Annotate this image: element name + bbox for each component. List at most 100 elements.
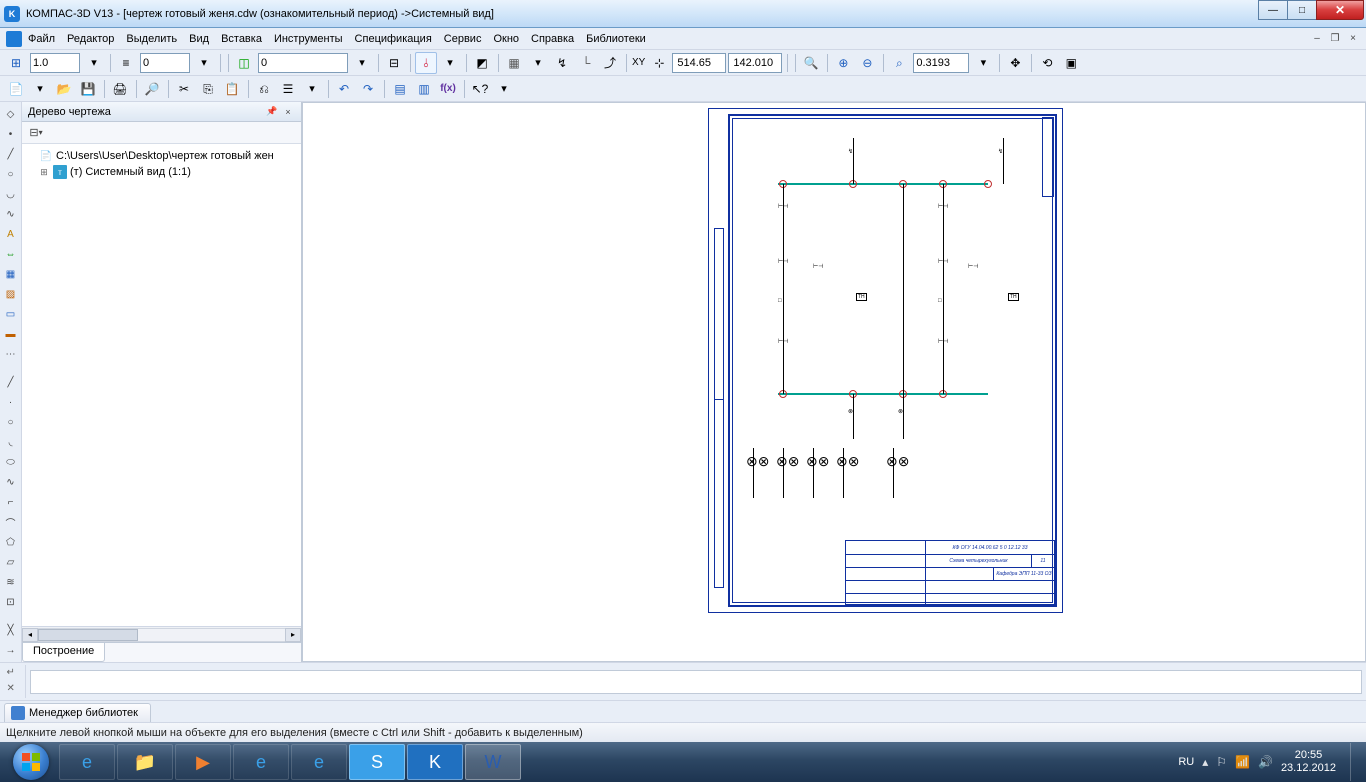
layer-button[interactable]: ◫ [233,52,255,74]
tool-fillet-icon[interactable]: ⌒ [2,513,20,531]
ortho-button[interactable]: └ [575,52,597,74]
snap-menu-button[interactable]: ▾ [439,52,461,74]
preview-button[interactable]: 🔎 [141,78,163,100]
doc-minimize-button[interactable]: – [1310,32,1324,46]
taskbar-kompas-icon[interactable]: K [407,744,463,780]
local-cs-button[interactable]: ↯ [551,52,573,74]
copy-props-button[interactable]: ⎌ [253,78,275,100]
taskbar-word-icon[interactable]: W [465,744,521,780]
properties-dropdown[interactable]: ▾ [301,78,323,100]
zoom-dropdown[interactable]: ▾ [972,52,994,74]
properties-button[interactable]: ☰ [277,78,299,100]
layer-manager-button[interactable]: ⊟ [383,52,405,74]
tray-network-icon[interactable]: 📶 [1235,755,1250,769]
tool-region-icon[interactable]: ▬ [2,325,20,343]
grid-net-button[interactable]: ◩ [471,52,493,74]
manager-button[interactable]: ▤ [389,78,411,100]
redo-button[interactable]: ↷ [357,78,379,100]
tree-child-node[interactable]: ⊞ т (т) Системный вид (1:1) [24,164,299,180]
start-button[interactable] [4,743,58,781]
tray-clock[interactable]: 20:55 23.12.2012 [1281,749,1336,775]
tray-lang[interactable]: RU [1178,756,1194,768]
cut-button[interactable]: ✂ [173,78,195,100]
tool-equid-icon[interactable]: ≋ [2,573,20,591]
show-desktop-button[interactable] [1350,743,1360,781]
tool-hatch-icon[interactable]: ▨ [2,285,20,303]
library-manager-tab[interactable]: Менеджер библиотек [4,703,151,722]
tool-dim-icon[interactable]: ⇔ [2,245,20,263]
taskbar-ie-icon[interactable]: e [59,744,115,780]
prev-view-button[interactable]: ⟲ [1036,52,1058,74]
scroll-thumb[interactable] [38,629,138,641]
paste-button[interactable]: 📋 [221,78,243,100]
window-maximize-button[interactable]: □ [1287,0,1317,20]
zoom-window-button[interactable]: ⌕ [888,52,910,74]
tool-circle-icon[interactable]: ○ [2,165,20,183]
menu-view[interactable]: Вид [189,33,209,45]
tree-root-node[interactable]: 📄 C:\Users\User\Desktop\чертеж готовый ж… [24,148,299,164]
taskbar-wmp-icon[interactable]: ▶ [175,744,231,780]
tool-collect-icon[interactable]: ⊡ [2,593,20,611]
taskbar-ie3-icon[interactable]: e [291,744,347,780]
doc-restore-button[interactable]: ❐ [1328,32,1342,46]
tool-rect-icon[interactable]: ▭ [2,305,20,323]
help-dropdown[interactable]: ▾ [493,78,515,100]
menu-file[interactable]: Файл [28,33,55,45]
line-style-dropdown[interactable]: ▾ [193,52,215,74]
layer-combo[interactable] [258,53,348,73]
tree-close-icon[interactable]: × [281,105,295,119]
line-style-button[interactable]: ≡ [115,52,137,74]
tool-line-icon[interactable]: ╱ [2,145,20,163]
tool-aux-circle-icon[interactable]: ○ [2,413,20,431]
tool-aux-arc-icon[interactable]: ◟ [2,433,20,451]
grid-toggle-button[interactable]: ▦ [503,52,525,74]
menu-select[interactable]: Выделить [126,33,177,45]
prop-cancel-icon[interactable]: ✕ [7,683,23,697]
scroll-right-button[interactable]: ▸ [285,628,301,642]
tree-body[interactable]: 📄 C:\Users\User\Desktop\чертеж готовый ж… [22,144,301,626]
pan-button[interactable]: ✥ [1004,52,1026,74]
help-context-button[interactable]: ↖? [469,78,491,100]
new-doc-button[interactable]: 📄 [5,78,27,100]
zoom-fit-button[interactable]: 🔍 [800,52,822,74]
menu-edit[interactable]: Редактор [67,33,114,45]
tool-table-icon[interactable]: ▦ [2,265,20,283]
undo-button[interactable]: ↶ [333,78,355,100]
tool-break-icon[interactable]: ⋯ [2,345,20,363]
tool-contour-icon[interactable]: ▱ [2,553,20,571]
tree-pin-icon[interactable]: 📌 [265,105,279,119]
drawing-canvas[interactable]: ⊗⊗ ⊗⊗ ⊗⊗ ⊗⊗ ⊗⊗ ⊢⊣ ⊢⊣ □ ⊢⊣ ⊢⊣ ⊢⊣ □ ⊢⊣ ↯ ↯… [302,102,1366,662]
app-menu-icon[interactable] [6,31,22,47]
tool-aux-point-icon[interactable]: · [2,393,20,411]
tray-volume-icon[interactable]: 🔊 [1258,755,1273,769]
menu-tools[interactable]: Инструменты [274,33,343,45]
menu-service[interactable]: Сервис [444,33,482,45]
tool-aux-line-icon[interactable]: ╱ [2,373,20,391]
zoom-out-button[interactable]: ⊖ [856,52,878,74]
zoom-in-button[interactable]: ⊕ [832,52,854,74]
tool-polygon-icon[interactable]: ⬠ [2,533,20,551]
tool-text-icon[interactable]: A [2,225,20,243]
zoom-combo[interactable] [913,53,969,73]
taskbar-ie2-icon[interactable]: e [233,744,289,780]
tool-chamfer-icon[interactable]: ⌐ [2,493,20,511]
menu-spec[interactable]: Спецификация [355,33,432,45]
menu-help[interactable]: Справка [531,33,574,45]
new-doc-dropdown[interactable]: ▾ [29,78,51,100]
tree-view-mode-button[interactable]: ⊟▾ [26,124,46,142]
prop-apply-icon[interactable]: ↵ [7,667,23,681]
tree-tab-build[interactable]: Построение [22,643,105,662]
doc-close-button[interactable]: × [1346,32,1360,46]
menu-insert[interactable]: Вставка [221,33,262,45]
tree-hscroll[interactable]: ◂ ▸ [22,626,301,642]
line-weight-dropdown[interactable]: ▾ [83,52,105,74]
redraw-button[interactable]: ▣ [1060,52,1082,74]
grid-menu-button[interactable]: ▾ [527,52,549,74]
taskbar-skype-icon[interactable]: S [349,744,405,780]
line-style-combo[interactable] [140,53,190,73]
snap-toggle-button[interactable]: ⫰ [415,52,437,74]
menu-window[interactable]: Окно [493,33,519,45]
tool-curve-icon[interactable]: ∿ [2,473,20,491]
coord-mode-button[interactable]: ⊹ [648,52,670,74]
save-button[interactable]: 💾 [77,78,99,100]
